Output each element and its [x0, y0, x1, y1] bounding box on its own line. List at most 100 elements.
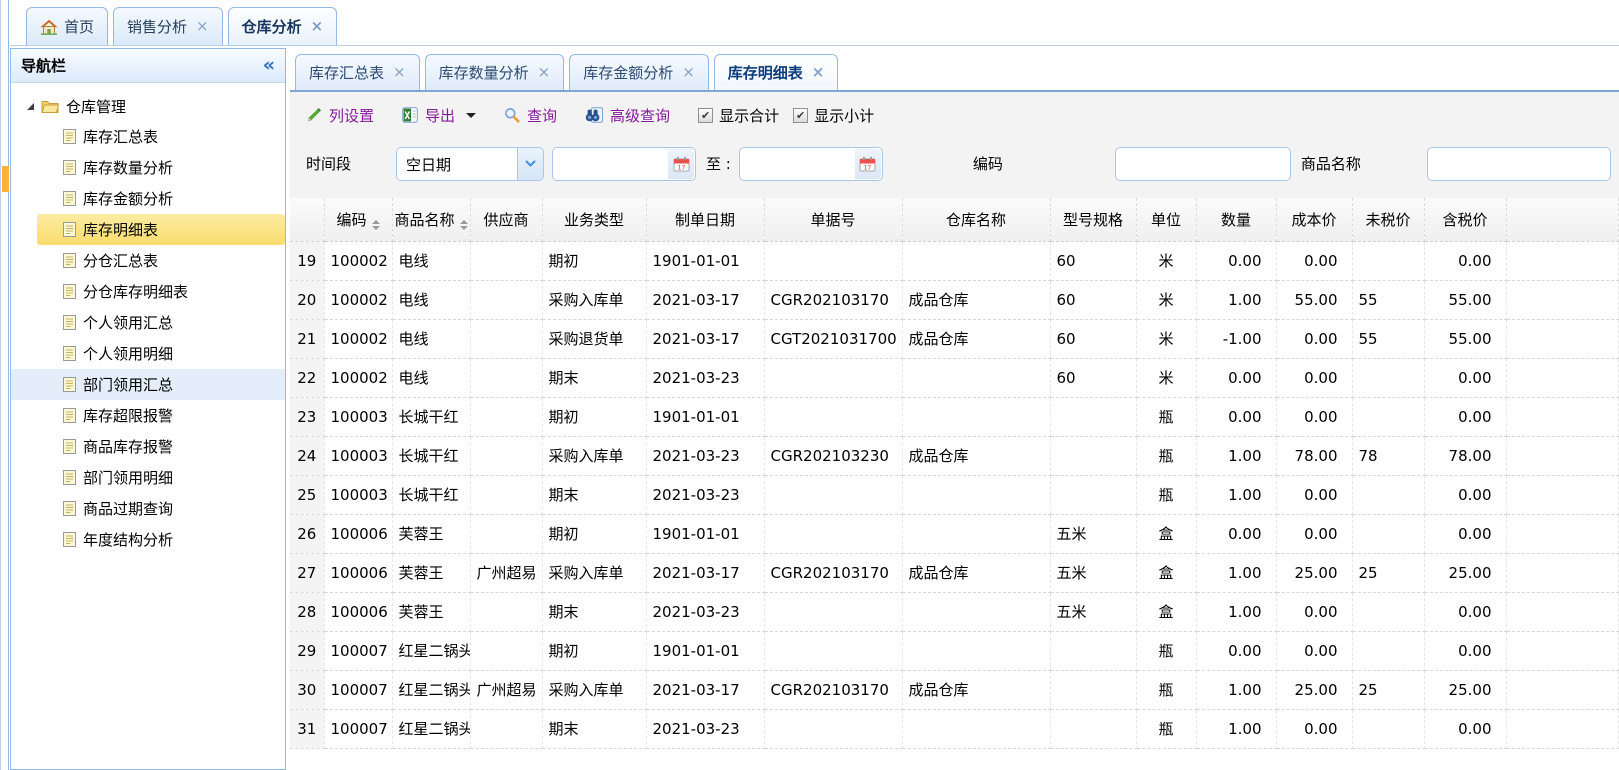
sidebar-item-1[interactable]: 库存数量分析 — [11, 152, 285, 183]
top-tab-1[interactable]: 销售分析× — [113, 7, 223, 45]
sidebar-item-12[interactable]: 商品过期查询 — [11, 493, 285, 524]
sidebar-item-10[interactable]: 商品库存报警 — [11, 431, 285, 462]
table-header-row: 编码商品名称供应商业务类型制单日期单据号仓库名称型号规格单位数量成本价未税价含税… — [290, 198, 1619, 241]
table-cell: 100006 — [324, 592, 392, 631]
table-row[interactable]: 28100006芙蓉王期末2021-03-23五米盒1.000.000.00 — [290, 592, 1619, 631]
report-tab-2[interactable]: 库存金额分析× — [569, 54, 709, 90]
product-name-input[interactable] — [1427, 147, 1611, 181]
checkbox-group-0[interactable]: ✔显示合计 — [698, 105, 779, 126]
table-cell: 期末 — [542, 475, 646, 514]
table-cell: 芙蓉王 — [392, 514, 470, 553]
collapse-sidebar-icon[interactable]: « — [263, 56, 275, 75]
calendar-icon[interactable]: 17 — [855, 149, 881, 179]
table-row[interactable]: 19100002电线期初1901-01-0160米0.000.000.00 — [290, 241, 1619, 280]
table-row[interactable]: 26100006芙蓉王期初1901-01-01五米盒0.000.000.00 — [290, 514, 1619, 553]
close-icon[interactable]: × — [812, 65, 825, 80]
tree-root-warehouse-management[interactable]: 仓库管理 — [11, 91, 285, 121]
sort-asc-icon[interactable] — [372, 220, 380, 224]
table-cell — [1352, 631, 1424, 670]
document-icon — [63, 408, 76, 423]
report-tab-0[interactable]: 库存汇总表× — [295, 54, 420, 90]
top-tab-0[interactable]: 首页 — [26, 7, 108, 45]
sort-arrows-icon[interactable] — [460, 220, 468, 230]
date-preset-select[interactable]: 空日期 — [396, 147, 544, 181]
sidebar-item-5[interactable]: 分仓库存明细表 — [11, 276, 285, 307]
sort-arrows-icon[interactable] — [372, 220, 380, 230]
close-icon[interactable]: × — [538, 65, 551, 80]
sort-desc-icon[interactable] — [372, 226, 380, 230]
report-tab-3[interactable]: 库存明细表× — [714, 54, 839, 90]
table-cell: 78.00 — [1424, 436, 1506, 475]
table-cell — [1050, 631, 1136, 670]
table-row[interactable]: 30100007红星二锅头广州超易采购入库单2021-03-17CGR20210… — [290, 670, 1619, 709]
sidebar-item-2[interactable]: 库存金额分析 — [11, 183, 285, 214]
code-input[interactable] — [1115, 147, 1291, 181]
sidebar-item-9[interactable]: 库存超限报警 — [11, 400, 285, 431]
table-row[interactable]: 20100002电线采购入库单2021-03-17CGR202103170成品仓… — [290, 280, 1619, 319]
sort-asc-icon[interactable] — [460, 220, 468, 224]
column-header-1[interactable]: 编码 — [324, 198, 392, 241]
toolbar-button-0[interactable]: 列设置 — [306, 105, 374, 126]
calendar-icon[interactable]: 17 — [668, 149, 694, 179]
table-cell: 米 — [1136, 280, 1196, 319]
table-cell: 100002 — [324, 241, 392, 280]
table-row[interactable]: 24100003长城干红采购入库单2021-03-23CGR202103230成… — [290, 436, 1619, 475]
sidebar-item-4[interactable]: 分仓汇总表 — [11, 245, 285, 276]
table-row[interactable]: 29100007红星二锅头期初1901-01-01瓶0.000.000.00 — [290, 631, 1619, 670]
table-cell — [764, 709, 902, 748]
table-row[interactable]: 22100002电线期末2021-03-2360米0.000.000.00 — [290, 358, 1619, 397]
sidebar-item-label: 商品库存报警 — [83, 436, 173, 457]
table-row[interactable]: 27100006芙蓉王广州超易采购入库单2021-03-17CGR2021031… — [290, 553, 1619, 592]
table-row[interactable]: 21100002电线采购退货单2021-03-17CGT2021031700成品… — [290, 319, 1619, 358]
sidebar-item-label: 分仓库存明细表 — [83, 281, 188, 302]
close-icon[interactable]: × — [311, 19, 324, 34]
checkbox-icon[interactable]: ✔ — [698, 108, 713, 123]
table-cell: 0.00 — [1424, 241, 1506, 280]
close-icon[interactable]: × — [682, 65, 695, 80]
table-row[interactable]: 25100003长城干红期末2021-03-23瓶1.000.000.00 — [290, 475, 1619, 514]
toolbar-button-2[interactable]: 查询 — [504, 105, 557, 126]
toolbar-button-1[interactable]: 导出 — [402, 105, 476, 126]
table-cell: 采购入库单 — [542, 436, 646, 475]
folder-open-icon — [41, 99, 59, 113]
close-icon[interactable]: × — [196, 19, 209, 34]
table-cell — [902, 241, 1050, 280]
filler-cell — [1506, 553, 1619, 592]
filler-cell — [1506, 397, 1619, 436]
collapsed-panel-strip[interactable] — [0, 0, 9, 770]
sidebar-item-8[interactable]: 部门领用汇总 — [11, 369, 285, 400]
table-cell: 100003 — [324, 475, 392, 514]
column-header-8: 型号规格 — [1050, 198, 1136, 241]
report-tab-1[interactable]: 库存数量分析× — [425, 54, 565, 90]
table-cell: 米 — [1136, 241, 1196, 280]
table-cell: 瓶 — [1136, 475, 1196, 514]
chevron-down-icon[interactable] — [517, 148, 543, 180]
column-header-label: 未税价 — [1365, 211, 1410, 229]
caret-down-icon[interactable] — [466, 113, 476, 118]
sort-desc-icon[interactable] — [460, 226, 468, 230]
table-cell: 55 — [1352, 280, 1424, 319]
tree-expanded-icon[interactable] — [27, 103, 34, 110]
column-header-label: 供应商 — [483, 211, 528, 229]
sidebar-item-label: 部门领用汇总 — [83, 374, 173, 395]
table-cell: 0.00 — [1276, 241, 1352, 280]
toolbar-filter-zone: 列设置导出查询高级查询✔显示合计✔显示小计 时间段 空日期 17 至 : 17 — [290, 92, 1619, 198]
sidebar-item-0[interactable]: 库存汇总表 — [11, 121, 285, 152]
table-row[interactable]: 23100003长城干红期初1901-01-01瓶0.000.000.00 — [290, 397, 1619, 436]
close-icon[interactable]: × — [393, 65, 406, 80]
checkbox-icon[interactable]: ✔ — [793, 108, 808, 123]
toolbar-button-3[interactable]: 高级查询 — [585, 105, 670, 126]
top-tab-2[interactable]: 仓库分析× — [228, 7, 338, 45]
sidebar-item-3[interactable]: 库存明细表 — [37, 214, 285, 245]
filler-cell — [1506, 670, 1619, 709]
column-header-2[interactable]: 商品名称 — [392, 198, 470, 241]
sidebar-item-6[interactable]: 个人领用汇总 — [11, 307, 285, 338]
table-cell — [1352, 709, 1424, 748]
sidebar-item-7[interactable]: 个人领用明细 — [11, 338, 285, 369]
sidebar-item-11[interactable]: 部门领用明细 — [11, 462, 285, 493]
checkbox-group-1[interactable]: ✔显示小计 — [793, 105, 874, 126]
sidebar-item-13[interactable]: 年度结构分析 — [11, 524, 285, 555]
tree-root-label: 仓库管理 — [66, 96, 126, 117]
table-cell — [902, 592, 1050, 631]
table-row[interactable]: 31100007红星二锅头期末2021-03-23瓶1.000.000.00 — [290, 709, 1619, 748]
